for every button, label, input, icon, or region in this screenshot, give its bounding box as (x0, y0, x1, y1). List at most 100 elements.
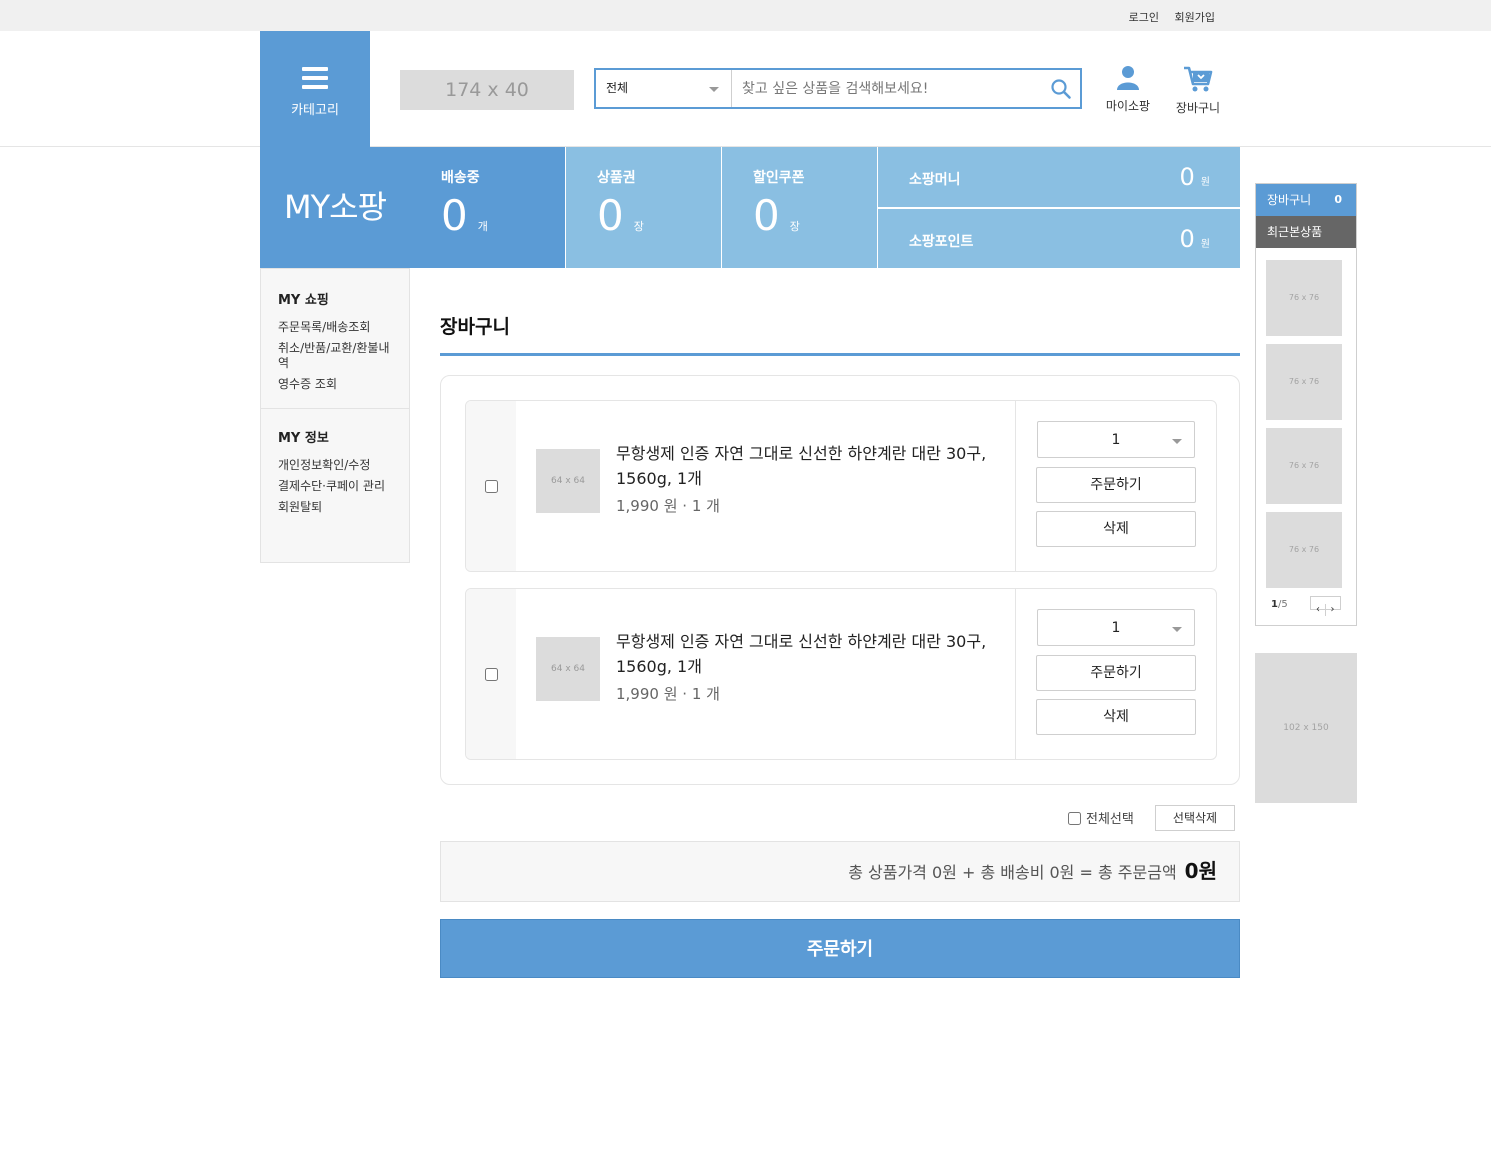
stat-shipping-value: 0 (441, 191, 468, 240)
order-button[interactable]: 주문하기 (440, 919, 1240, 978)
sidebar-item-orders[interactable]: 주문목록/배송조회 (278, 320, 392, 335)
search-category-select[interactable]: 전체 (596, 70, 732, 107)
item-checkbox[interactable] (485, 480, 498, 493)
stat-giftcard[interactable]: 상품권 0장 (566, 147, 721, 268)
cart-icon (1184, 66, 1213, 92)
stat-giftcard-label: 상품권 (597, 170, 636, 186)
stat-points-unit: 원 (1200, 239, 1210, 250)
top-links: 로그인 회원가입 (1117, 9, 1215, 25)
stat-money-value: 0 (1179, 163, 1195, 191)
logo-placeholder[interactable]: 174 x 40 (400, 70, 574, 110)
my-page-label: 마이소팡 (1105, 99, 1151, 113)
recent-product-thumb[interactable]: 76 x 76 (1266, 428, 1342, 504)
recent-products-header: 최근본상품 (1256, 216, 1356, 248)
stat-shipping-label: 배송중 (441, 170, 480, 186)
left-sidebar: MY 쇼핑 주문목록/배송조회 취소/반품/교환/환불내역 영수증 조회 MY … (260, 268, 410, 563)
sidebar-group-title: MY 쇼핑 (278, 293, 329, 308)
right-sidebar: 장바구니 0 최근본상품 76 x 76 76 x 76 76 x 76 76 x… (1255, 183, 1357, 626)
cart-list: 64 x 64 무항생제 인증 자연 그대로 신선한 하얀계란 대란 30구, … (440, 375, 1240, 785)
order-total: 총 상품가격 0원 + 총 배송비 0원 = 총 주문금액 0원 (440, 841, 1240, 902)
sidebar-group-title: MY 정보 (278, 431, 329, 446)
side-banner[interactable]: 102 x 150 (1255, 653, 1357, 803)
item-thumbnail[interactable]: 64 x 64 (536, 637, 600, 701)
stat-money-label: 소팡머니 (909, 172, 961, 188)
recent-pager: ‹ › (1310, 596, 1341, 616)
item-thumbnail[interactable]: 64 x 64 (536, 449, 600, 513)
total-breakdown: 총 상품가격 0원 + 총 배송비 0원 = 총 주문금액 (848, 863, 1177, 882)
select-all-checkbox[interactable] (1068, 812, 1081, 825)
right-cart-label: 장바구니 (1267, 193, 1312, 207)
item-price: 1,990 원 · 1 개 (616, 685, 720, 703)
delete-selected-button[interactable]: 선택삭제 (1155, 805, 1235, 831)
sidebar-item-withdraw[interactable]: 회원탈퇴 (278, 500, 392, 515)
hamburger-icon (302, 67, 328, 89)
select-all-label: 전체선택 (1086, 812, 1134, 827)
stat-shipping[interactable]: 배송중 0개 (410, 147, 565, 268)
sidebar-item-receipts[interactable]: 영수증 조회 (278, 377, 392, 392)
sidebar-item-profile[interactable]: 개인정보확인/수정 (278, 458, 392, 473)
chevron-right-icon[interactable]: › (1325, 604, 1339, 616)
recent-product-thumb[interactable]: 76 x 76 (1266, 344, 1342, 420)
chevron-down-icon (1172, 439, 1182, 444)
page-total: /5 (1277, 599, 1288, 610)
sidebar-item-payment[interactable]: 결제수단·쿠페이 관리 (278, 479, 392, 494)
recent-pagination: 1/5 (1271, 599, 1288, 610)
search-icon[interactable] (1050, 78, 1072, 100)
stat-points[interactable]: 소팡포인트 0원 (878, 209, 1240, 268)
quantity-select[interactable]: 1 (1037, 609, 1195, 646)
chevron-down-icon (709, 87, 719, 92)
item-checkbox[interactable] (485, 668, 498, 681)
order-item-button[interactable]: 주문하기 (1036, 655, 1196, 691)
right-cart-count: 0 (1334, 193, 1342, 206)
page-title: 장바구니 (440, 316, 510, 338)
my-title: MY소팡 (260, 147, 410, 268)
total-amount: 0원 (1184, 859, 1217, 883)
cart-item: 64 x 64 무항생제 인증 자연 그대로 신선한 하얀계란 대란 30구, … (465, 400, 1217, 572)
cart-item: 64 x 64 무항생제 인증 자연 그대로 신선한 하얀계란 대란 30구, … (465, 588, 1217, 760)
stat-money[interactable]: 소팡머니 0원 (878, 147, 1240, 207)
quantity-value: 1 (1111, 620, 1121, 636)
search-category-value: 전체 (606, 81, 629, 95)
sidebar-group-shopping: MY 쇼핑 주문목록/배송조회 취소/반품/교환/환불내역 영수증 조회 (261, 269, 409, 408)
recent-product-thumb[interactable]: 76 x 76 (1266, 512, 1342, 588)
user-icon (1117, 66, 1139, 90)
stat-points-label: 소팡포인트 (909, 234, 974, 250)
right-cart-link[interactable]: 장바구니 0 (1256, 184, 1356, 216)
item-name[interactable]: 무항생제 인증 자연 그대로 신선한 하얀계란 대란 30구, 1560g, 1… (616, 629, 1001, 679)
quantity-value: 1 (1111, 432, 1121, 448)
chevron-left-icon[interactable]: ‹ (1311, 604, 1325, 616)
sidebar-group-info: MY 정보 개인정보확인/수정 결제수단·쿠페이 관리 회원탈퇴 (261, 408, 409, 531)
cart-label: 장바구니 (1175, 101, 1221, 115)
recent-product-thumb[interactable]: 76 x 76 (1266, 260, 1342, 336)
search-bar: 전체 (594, 68, 1082, 109)
header: 카테고리 174 x 40 전체 마이소팡 장바구니 (0, 31, 1491, 147)
stat-coupon-value: 0 (753, 191, 780, 240)
signup-link[interactable]: 회원가입 (1175, 11, 1215, 24)
top-utility-bar: 로그인 회원가입 (0, 0, 1491, 31)
quantity-select[interactable]: 1 (1037, 421, 1195, 458)
category-label: 카테고리 (291, 103, 339, 118)
search-input[interactable] (733, 70, 1038, 107)
stat-money-unit: 원 (1200, 177, 1210, 188)
page-current: 1 (1271, 599, 1278, 610)
cart-button[interactable]: 장바구니 (1168, 65, 1228, 116)
stat-coupon[interactable]: 할인쿠폰 0장 (722, 147, 877, 268)
stat-shipping-unit: 개 (477, 220, 488, 233)
item-name[interactable]: 무항생제 인증 자연 그대로 신선한 하얀계란 대란 30구, 1560g, 1… (616, 441, 1001, 491)
my-page-button[interactable]: 마이소팡 (1098, 65, 1158, 114)
title-divider (440, 353, 1240, 356)
delete-item-button[interactable]: 삭제 (1036, 511, 1196, 547)
item-price: 1,990 원 · 1 개 (616, 497, 720, 515)
my-summary-bar: MY소팡 배송중 0개 상품권 0장 할인쿠폰 0장 소팡머니 0원 소팡포인트… (260, 147, 1240, 268)
chevron-down-icon (1172, 627, 1182, 632)
order-item-button[interactable]: 주문하기 (1036, 467, 1196, 503)
stat-coupon-label: 할인쿠폰 (753, 170, 805, 186)
delete-item-button[interactable]: 삭제 (1036, 699, 1196, 735)
stat-giftcard-unit: 장 (633, 220, 644, 233)
sidebar-item-returns[interactable]: 취소/반품/교환/환불내역 (278, 341, 392, 371)
select-all[interactable]: 전체선택 (1068, 808, 1134, 827)
stat-giftcard-value: 0 (597, 191, 624, 240)
category-button[interactable]: 카테고리 (260, 31, 370, 147)
login-link[interactable]: 로그인 (1129, 11, 1159, 24)
stat-points-value: 0 (1179, 225, 1195, 253)
